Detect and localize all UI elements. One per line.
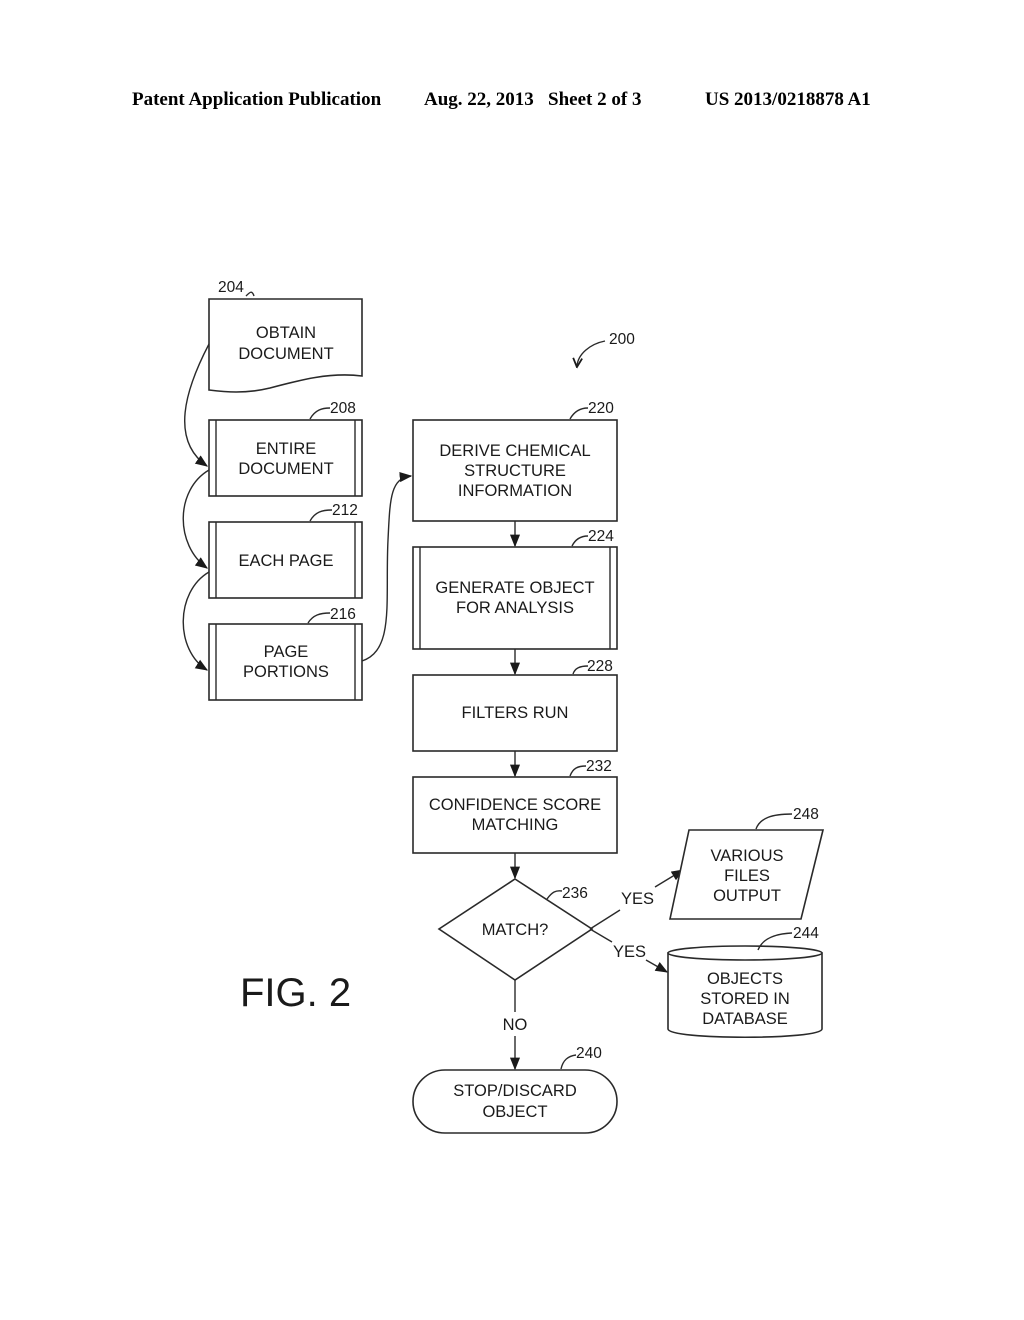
predefined-process-shape [208, 623, 363, 701]
ref-number: 228 [587, 658, 613, 675]
ref-number: 220 [588, 400, 614, 417]
node-label-line: VARIOUS [710, 847, 783, 865]
ref-number: 248 [793, 806, 819, 823]
edge-label-yes: YES [613, 943, 646, 961]
node-entire-document: ENTIRE DOCUMENT 208 [208, 400, 363, 497]
node-label-line: ENTIRE [256, 440, 317, 458]
ref-leader [309, 509, 333, 522]
ref-leader [245, 291, 255, 297]
node-label-line: PORTIONS [243, 663, 329, 681]
ref-number: 240 [576, 1045, 602, 1062]
node-page-portions: PAGE PORTIONS 216 [208, 606, 363, 701]
node-label-line: CONFIDENCE SCORE [429, 796, 601, 814]
node-label-line: DATABASE [702, 1010, 788, 1028]
figure-ref-number: 200 [609, 331, 635, 348]
ref-number: 244 [793, 925, 819, 942]
node-label-line: STORED IN [700, 990, 790, 1008]
figure-reference: 200 [577, 331, 635, 366]
ref-leader [546, 890, 563, 900]
connector-236-248-start [589, 909, 621, 930]
node-label-line: FILES [724, 867, 770, 885]
node-label-line: DOCUMENT [238, 345, 333, 363]
ref-number: 232 [586, 758, 612, 775]
connector-212-216 [182, 571, 210, 671]
ref-leader [309, 407, 331, 420]
ref-number: 212 [332, 502, 358, 519]
ref-number: 208 [330, 400, 356, 417]
node-label-line: MATCHING [472, 816, 559, 834]
connector-208-212 [182, 469, 210, 569]
predefined-process-shape [208, 419, 363, 497]
node-label-line: FILTERS RUN [462, 704, 569, 722]
flowchart: OBTAIN DOCUMENT 204 ENTIRE DOCUMENT 208 … [182, 279, 825, 1134]
node-label-line: INFORMATION [458, 482, 572, 500]
node-label-line: OUTPUT [713, 887, 781, 905]
node-match-decision: MATCH? 236 [437, 878, 594, 981]
ref-number: 216 [330, 606, 356, 623]
ref-number: 236 [562, 885, 588, 902]
connector-236-244-start [589, 928, 613, 943]
process-shape [412, 776, 618, 854]
node-label-line: STRUCTURE [464, 462, 566, 480]
node-obtain-document: OBTAIN DOCUMENT 204 [208, 279, 363, 393]
figure-label: FIG. 2 [240, 971, 351, 1015]
ref-leader [569, 407, 589, 420]
node-label-line: OBJECT [482, 1103, 547, 1121]
ref-number: 204 [218, 279, 244, 296]
node-label-line: GENERATE OBJECT [435, 579, 594, 597]
node-generate-object: GENERATE OBJECT FOR ANALYSIS 224 [412, 528, 618, 650]
node-label-line: PAGE [264, 643, 309, 661]
predefined-process-shape [412, 546, 618, 650]
connector-236-244 [645, 959, 669, 973]
edge-label-no: NO [503, 1016, 528, 1034]
node-label-line: OBTAIN [256, 324, 316, 342]
ref-leader [569, 765, 587, 777]
node-derive-chemical-structure: DERIVE CHEMICAL STRUCTURE INFORMATION 22… [412, 400, 618, 522]
edge-label-yes: YES [621, 890, 654, 908]
node-various-files-output: VARIOUS FILES OUTPUT 248 [669, 806, 825, 920]
ref-number: 224 [588, 528, 614, 545]
node-label-line: DERIVE CHEMICAL [439, 442, 590, 460]
figure-ref-arrow [577, 340, 606, 366]
node-label-line: MATCH? [482, 921, 549, 939]
node-each-page: EACH PAGE 212 [208, 502, 363, 599]
ref-leader [571, 535, 589, 547]
node-label-line: DOCUMENT [238, 460, 333, 478]
connector-204-208 [184, 343, 210, 467]
terminator-shape [412, 1069, 618, 1134]
node-label-line: EACH PAGE [238, 552, 333, 570]
database-top [667, 945, 823, 961]
ref-leader [755, 813, 793, 830]
connector-216-220 [361, 472, 413, 662]
node-label-line: STOP/DISCARD [453, 1082, 577, 1100]
node-label-line: FOR ANALYSIS [456, 599, 574, 617]
ref-leader [560, 1054, 577, 1070]
ref-leader [307, 612, 331, 624]
node-objects-stored-database: OBJECTS STORED IN DATABASE 244 [667, 925, 823, 1039]
node-label-line: OBJECTS [707, 970, 783, 988]
ref-leader [572, 665, 589, 675]
